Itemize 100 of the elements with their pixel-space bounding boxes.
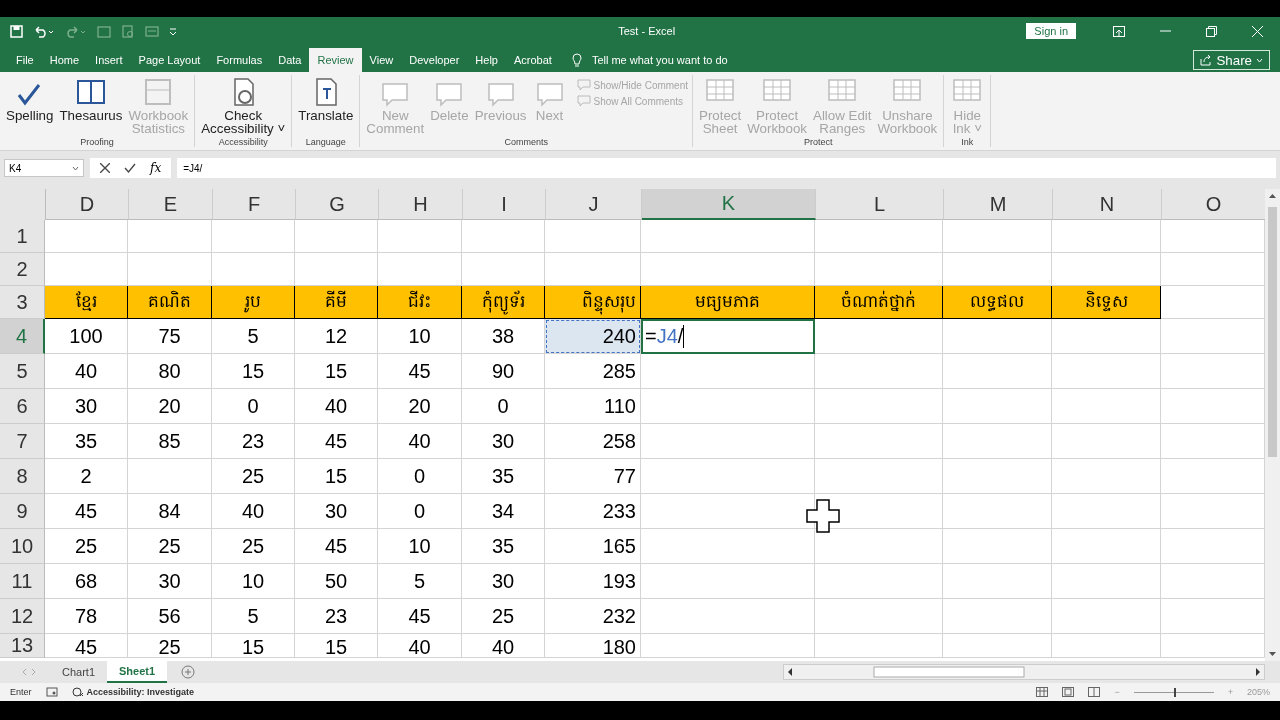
table-cell: 2	[45, 459, 128, 494]
undo-icon[interactable]	[33, 24, 55, 38]
ribbon-display-icon[interactable]	[1113, 25, 1125, 37]
ribbon-tab[interactable]: Help	[467, 48, 506, 72]
row-header[interactable]: 8	[0, 459, 45, 494]
table-cell: 0	[462, 389, 545, 424]
page-break-icon[interactable]	[1088, 687, 1101, 697]
table-cell: 45	[45, 494, 128, 529]
row-header[interactable]: 13	[0, 634, 45, 658]
horizontal-scrollbar[interactable]	[783, 664, 1265, 680]
table-cell: 45	[378, 599, 462, 634]
row-header[interactable]: 5	[0, 354, 45, 389]
table-cell: 30	[462, 564, 545, 599]
table-cell: 15	[212, 634, 295, 658]
table-cell: 90	[462, 354, 545, 389]
table-cell: 45	[378, 354, 462, 389]
table-cell: 25	[462, 599, 545, 634]
column-header[interactable]: L	[816, 189, 944, 220]
column-header[interactable]: I	[463, 189, 546, 220]
group-label: Protect	[802, 137, 834, 147]
formula-field[interactable]: =J4/	[177, 158, 1276, 178]
close-icon[interactable]	[1251, 25, 1263, 37]
column-header[interactable]: M	[944, 189, 1053, 220]
insert-function-button[interactable]: fx	[150, 161, 162, 175]
row-header[interactable]: 1	[0, 220, 45, 253]
ribbon-tab[interactable]: Developer	[401, 48, 468, 72]
table-cell: 10	[378, 529, 462, 564]
speech-bubble-icon	[576, 95, 591, 107]
row-header[interactable]: 9	[0, 494, 45, 529]
row-header[interactable]: 2	[0, 253, 45, 286]
table-cell: 165	[545, 529, 641, 564]
group-label: Proofing	[79, 137, 115, 147]
column-header[interactable]: F	[213, 189, 296, 220]
zoom-slider-thumb[interactable]	[1173, 687, 1176, 697]
table-cell: 12	[295, 319, 378, 354]
ribbon-tab[interactable]: Home	[41, 48, 88, 72]
ribbon-tab[interactable]: Data	[270, 48, 310, 72]
ribbon-button[interactable]: Thesaurus	[57, 75, 125, 137]
tell-me-field[interactable]: Tell me what you want to do	[589, 53, 774, 67]
column-header[interactable]: G	[296, 189, 379, 220]
save-icon[interactable]	[10, 24, 23, 38]
sign-in-button[interactable]: Sign in	[1026, 23, 1076, 39]
table-cell: 180	[545, 634, 641, 658]
table-cell: 68	[45, 564, 128, 599]
sheet-tab[interactable]: Chart1	[50, 661, 108, 683]
editing-cell[interactable]: =J4/	[641, 319, 815, 354]
row-header[interactable]: 12	[0, 599, 45, 634]
ribbon-tab[interactable]: Formulas	[208, 48, 271, 72]
ribbon-tab[interactable]: File	[8, 48, 42, 72]
row-header[interactable]: 6	[0, 389, 45, 424]
row-header[interactable]: 10	[0, 529, 45, 564]
restore-icon[interactable]	[1205, 25, 1217, 37]
table-cell: 40	[378, 424, 462, 459]
cancel-icon[interactable]	[100, 163, 110, 173]
row-header[interactable]: 4	[0, 319, 45, 354]
table-cell: 25	[128, 634, 212, 658]
ribbon-tab[interactable]: View	[361, 48, 402, 72]
ribbon-tab[interactable]: Page Layout	[130, 48, 209, 72]
ribbon-button[interactable]: Translate	[296, 75, 356, 137]
share-icon	[1200, 54, 1213, 66]
column-header[interactable]: D	[46, 189, 129, 220]
table-cell: 23	[295, 599, 378, 634]
share-button[interactable]: Share	[1193, 50, 1270, 70]
header-cell: ចំណាត់ថ្នាក់	[815, 286, 943, 319]
ribbon-tab[interactable]: Review	[309, 48, 362, 72]
column-header[interactable]: K	[642, 189, 816, 220]
group-label: Ink	[960, 137, 975, 147]
minimize-icon[interactable]	[1159, 30, 1171, 32]
table-cell: 285	[545, 354, 641, 389]
table-cell: 85	[128, 424, 212, 459]
ribbon-tab[interactable]: Insert	[87, 48, 131, 72]
accessibility-icon[interactable]	[71, 687, 84, 697]
table-cell: 50	[295, 564, 378, 599]
table-cell: 30	[45, 389, 128, 424]
table-cell: 84	[128, 494, 212, 529]
sheet-tab[interactable]: Sheet1	[107, 661, 168, 683]
table-cell: 40	[212, 494, 295, 529]
row-header[interactable]: 11	[0, 564, 45, 599]
normal-view-icon[interactable]	[1036, 687, 1049, 697]
ribbon-tab[interactable]: Acrobat	[505, 48, 560, 72]
row-header[interactable]: 3	[0, 286, 45, 319]
header-cell: ពិន្ទុសរុប	[545, 286, 641, 319]
row-header[interactable]: 7	[0, 424, 45, 459]
column-header[interactable]: N	[1053, 189, 1162, 220]
cursor-icon	[806, 499, 840, 533]
column-header[interactable]: H	[379, 189, 463, 220]
name-box[interactable]: K4	[4, 159, 84, 177]
column-header[interactable]: E	[129, 189, 213, 220]
checkmark-icon[interactable]	[124, 163, 136, 173]
header-cell: រូប	[212, 286, 295, 319]
ribbon-button[interactable]: Check Accessibility ˅	[199, 75, 288, 137]
table-cell: 258	[545, 424, 641, 459]
ribbon-button[interactable]: Spelling	[4, 75, 56, 137]
macro-record-icon[interactable]	[45, 687, 58, 697]
page-layout-icon[interactable]	[1062, 687, 1075, 697]
table-cell: 15	[295, 459, 378, 494]
accessibility-status[interactable]: Accessibility: Investigate	[86, 687, 195, 697]
table-cell: 0	[378, 494, 462, 529]
add-sheet-icon[interactable]	[181, 665, 196, 679]
table-cell: 25	[212, 529, 295, 564]
